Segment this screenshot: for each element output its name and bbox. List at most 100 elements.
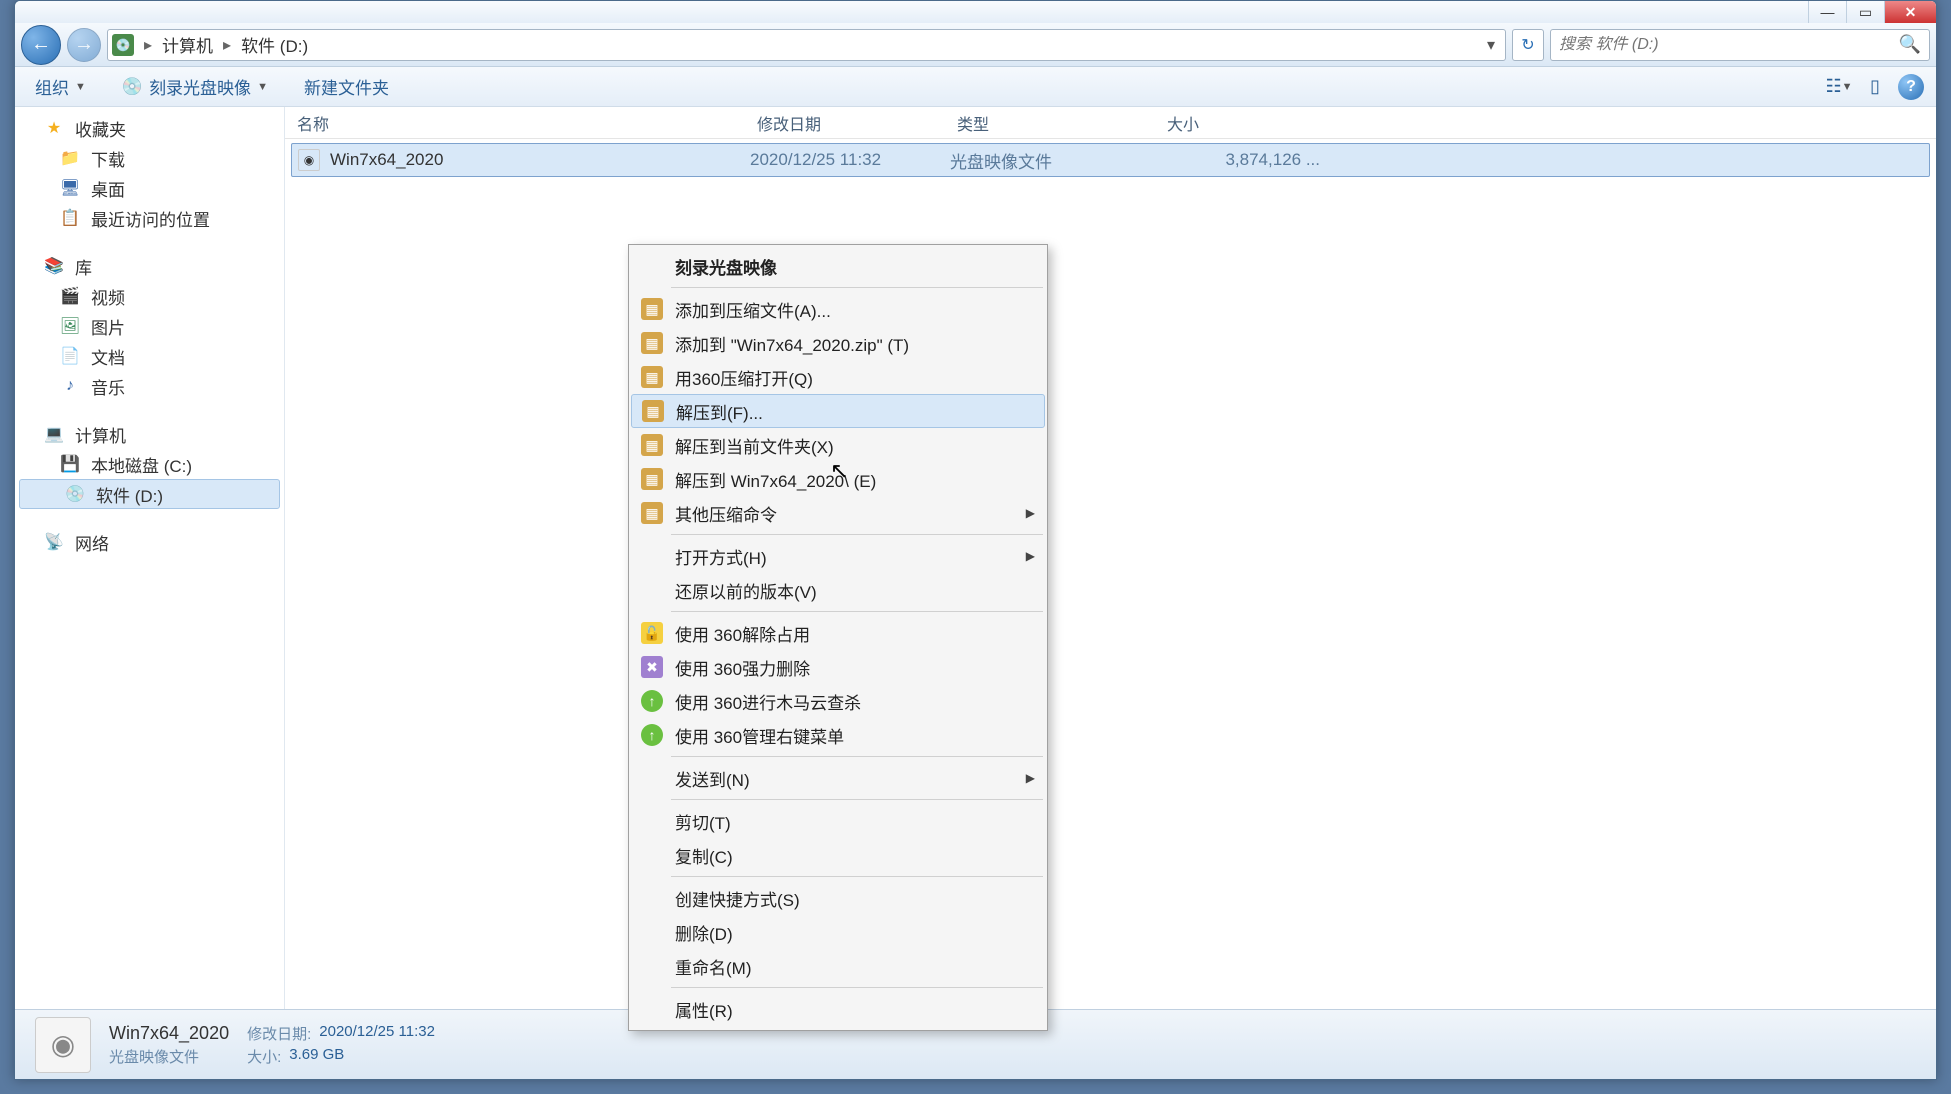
folder-icon: 📁 <box>59 147 81 169</box>
desktop-icon: 🖥 <box>59 177 81 199</box>
search-input[interactable] <box>1559 36 1899 54</box>
chevron-right-icon: ▸ <box>144 35 152 55</box>
burn-button[interactable]: 💿刻录光盘映像▼ <box>114 70 276 103</box>
organize-button[interactable]: 组织▼ <box>27 70 94 103</box>
unlock-icon: 🔓 <box>641 622 663 644</box>
search-icon[interactable]: 🔍 <box>1899 34 1921 55</box>
status-size-value: 3.69 GB <box>289 1046 344 1067</box>
sidebar-item-desktop[interactable]: 🖥桌面 <box>15 173 284 203</box>
close-button[interactable]: ✕ <box>1884 1 1936 23</box>
sidebar-item-cdrive[interactable]: 💾本地磁盘 (C:) <box>15 449 284 479</box>
scan-icon: ↑ <box>641 690 663 712</box>
file-list-pane: 名称 修改日期 类型 大小 ◉ Win7x64_2020 2020/12/25 … <box>285 107 1936 1009</box>
ctx-360-force-delete[interactable]: ✖使用 360强力删除 <box>631 650 1045 684</box>
minimize-button[interactable]: — <box>1808 1 1846 23</box>
drive-icon: 💿 <box>64 483 86 505</box>
sidebar-item-downloads[interactable]: 📁下载 <box>15 143 284 173</box>
ctx-other-compress[interactable]: ▦其他压缩命令▶ <box>631 496 1045 530</box>
address-dropdown-icon[interactable]: ▾ <box>1481 35 1501 55</box>
column-size[interactable]: 大小 <box>1167 111 1327 135</box>
status-file-type: 光盘映像文件 <box>109 1046 229 1067</box>
ctx-open-with[interactable]: 打开方式(H)▶ <box>631 539 1045 573</box>
ctx-360-unlock[interactable]: 🔓使用 360解除占用 <box>631 616 1045 650</box>
sidebar-item-music[interactable]: ♪音乐 <box>15 371 284 401</box>
ctx-delete[interactable]: 删除(D) <box>631 915 1045 949</box>
archive-icon: ▦ <box>641 298 663 320</box>
star-icon: ★ <box>43 117 65 139</box>
help-button[interactable]: ? <box>1898 74 1924 100</box>
status-date-label: 修改日期: <box>247 1023 311 1044</box>
ctx-properties[interactable]: 属性(R) <box>631 992 1045 1026</box>
refresh-button[interactable]: ↻ <box>1512 29 1544 61</box>
file-date: 2020/12/25 11:32 <box>750 150 950 170</box>
network-icon: 📡 <box>43 531 65 553</box>
chevron-right-icon: ▶ <box>1026 506 1035 520</box>
file-row[interactable]: ◉ Win7x64_2020 2020/12/25 11:32 光盘映像文件 3… <box>291 143 1930 177</box>
context-menu: 刻录光盘映像 ▦添加到压缩文件(A)... ▦添加到 "Win7x64_2020… <box>628 244 1048 1031</box>
status-file-name: Win7x64_2020 <box>109 1023 229 1044</box>
column-name[interactable]: 名称 <box>297 111 757 135</box>
computer-icon: 💻 <box>43 423 65 445</box>
video-icon: 🎬 <box>59 285 81 307</box>
forward-button[interactable]: → <box>67 28 101 62</box>
sidebar-favorites-header[interactable]: ★收藏夹 <box>15 113 284 143</box>
sidebar-network-header[interactable]: 📡网络 <box>15 527 284 557</box>
ctx-create-shortcut[interactable]: 创建快捷方式(S) <box>631 881 1045 915</box>
menu-separator <box>671 756 1043 757</box>
chevron-right-icon: ▶ <box>1026 549 1035 563</box>
status-date-value: 2020/12/25 11:32 <box>319 1023 435 1044</box>
preview-pane-button[interactable]: ▯ <box>1862 74 1888 100</box>
ctx-burn-image[interactable]: 刻录光盘映像 <box>631 249 1045 283</box>
breadcrumb-current[interactable]: 软件 (D:) <box>241 32 308 57</box>
address-bar[interactable]: 💿 ▸ 计算机 ▸ 软件 (D:) ▾ <box>107 29 1506 61</box>
ctx-360-manage-menu[interactable]: ↑使用 360管理右键菜单 <box>631 718 1045 752</box>
music-icon: ♪ <box>59 375 81 397</box>
menu-separator <box>671 287 1043 288</box>
sidebar-item-videos[interactable]: 🎬视频 <box>15 281 284 311</box>
archive-icon: ▦ <box>641 434 663 456</box>
menu-separator <box>671 799 1043 800</box>
menu-separator <box>671 534 1043 535</box>
chevron-right-icon: ▸ <box>223 35 231 55</box>
sidebar-libraries-header[interactable]: 📚库 <box>15 251 284 281</box>
sidebar-item-recent[interactable]: 📋最近访问的位置 <box>15 203 284 233</box>
ctx-add-to-zip[interactable]: ▦添加到 "Win7x64_2020.zip" (T) <box>631 326 1045 360</box>
view-options-button[interactable]: ☷ ▼ <box>1826 74 1852 100</box>
ctx-copy[interactable]: 复制(C) <box>631 838 1045 872</box>
archive-icon: ▦ <box>641 366 663 388</box>
file-type: 光盘映像文件 <box>950 148 1160 173</box>
drive-icon: 💾 <box>59 453 81 475</box>
ctx-add-to-archive[interactable]: ▦添加到压缩文件(A)... <box>631 292 1045 326</box>
sidebar-computer-header[interactable]: 💻计算机 <box>15 419 284 449</box>
title-bar: — ▭ ✕ <box>15 1 1936 23</box>
ctx-open-with-360zip[interactable]: ▦用360压缩打开(Q) <box>631 360 1045 394</box>
navigation-pane: ★收藏夹 📁下载 🖥桌面 📋最近访问的位置 📚库 🎬视频 🖼图片 📄文档 ♪音乐… <box>15 107 285 1009</box>
ctx-extract-to-folder[interactable]: ▦解压到 Win7x64_2020\ (E) <box>631 462 1045 496</box>
file-thumbnail: ◉ <box>35 1017 91 1073</box>
ctx-send-to[interactable]: 发送到(N)▶ <box>631 761 1045 795</box>
menu-separator <box>671 987 1043 988</box>
column-type[interactable]: 类型 <box>957 111 1167 135</box>
breadcrumb-computer[interactable]: 计算机 <box>162 32 213 57</box>
ctx-restore-previous[interactable]: 还原以前的版本(V) <box>631 573 1045 607</box>
sidebar-item-ddrive[interactable]: 💿软件 (D:) <box>19 479 280 509</box>
ctx-extract-here[interactable]: ▦解压到当前文件夹(X) <box>631 428 1045 462</box>
back-button[interactable]: ← <box>21 25 61 65</box>
ctx-rename[interactable]: 重命名(M) <box>631 949 1045 983</box>
recent-icon: 📋 <box>59 207 81 229</box>
ctx-extract-to[interactable]: ▦解压到(F)... <box>631 394 1045 428</box>
new-folder-button[interactable]: 新建文件夹 <box>296 70 397 103</box>
ctx-360-trojan-scan[interactable]: ↑使用 360进行木马云查杀 <box>631 684 1045 718</box>
sidebar-item-documents[interactable]: 📄文档 <box>15 341 284 371</box>
drive-icon: 💿 <box>112 34 134 56</box>
toolbar: 组织▼ 💿刻录光盘映像▼ 新建文件夹 ☷ ▼ ▯ ? <box>15 67 1936 107</box>
ctx-cut[interactable]: 剪切(T) <box>631 804 1045 838</box>
column-date[interactable]: 修改日期 <box>757 111 957 135</box>
sidebar-item-pictures[interactable]: 🖼图片 <box>15 311 284 341</box>
menu-separator <box>671 876 1043 877</box>
search-box[interactable]: 🔍 <box>1550 29 1930 61</box>
maximize-button[interactable]: ▭ <box>1846 1 1884 23</box>
menu-icon: ↑ <box>641 724 663 746</box>
archive-icon: ▦ <box>642 400 664 422</box>
iso-file-icon: ◉ <box>298 149 320 171</box>
